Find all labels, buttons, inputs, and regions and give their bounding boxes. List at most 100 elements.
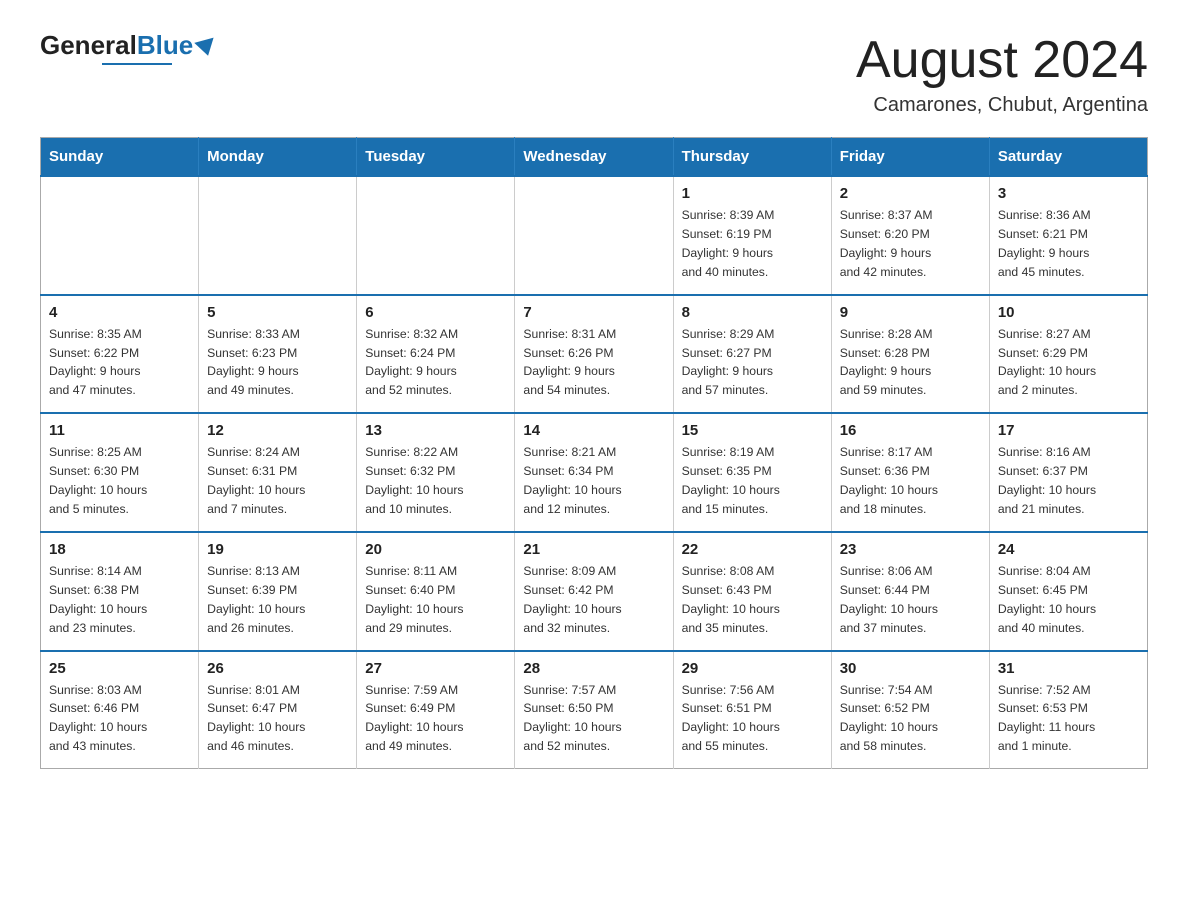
month-title: August 2024: [856, 30, 1148, 90]
day-info: Sunrise: 8:17 AM Sunset: 6:36 PM Dayligh…: [840, 443, 981, 519]
day-info: Sunrise: 8:24 AM Sunset: 6:31 PM Dayligh…: [207, 443, 348, 519]
day-number: 16: [840, 422, 981, 439]
day-info: Sunrise: 8:03 AM Sunset: 6:46 PM Dayligh…: [49, 681, 190, 757]
calendar-cell: 31 Sunrise: 7:52 AM Sunset: 6:53 PM Dayli…: [989, 651, 1147, 769]
day-info: Sunrise: 8:29 AM Sunset: 6:27 PM Dayligh…: [682, 325, 823, 401]
day-number: 12: [207, 422, 348, 439]
calendar-week-row: 18 Sunrise: 8:14 AM Sunset: 6:38 PM Dayli…: [41, 532, 1148, 651]
calendar-cell: 13 Sunrise: 8:22 AM Sunset: 6:32 PM Dayli…: [357, 413, 515, 532]
weekday-header-sunday: Sunday: [41, 138, 199, 177]
weekday-header-wednesday: Wednesday: [515, 138, 673, 177]
calendar-cell: 7 Sunrise: 8:31 AM Sunset: 6:26 PM Daylig…: [515, 295, 673, 414]
day-number: 26: [207, 660, 348, 677]
calendar-week-row: 4 Sunrise: 8:35 AM Sunset: 6:22 PM Daylig…: [41, 295, 1148, 414]
calendar-cell: 20Sunrise: 8:11 AM Sunset: 6:40 PM Dayli…: [357, 532, 515, 651]
calendar-cell: 4 Sunrise: 8:35 AM Sunset: 6:22 PM Daylig…: [41, 295, 199, 414]
logo-blue-text: Blue: [137, 30, 193, 61]
day-number: 18: [49, 541, 190, 558]
calendar-cell: 14Sunrise: 8:21 AM Sunset: 6:34 PM Dayli…: [515, 413, 673, 532]
calendar-cell: 15 Sunrise: 8:19 AM Sunset: 6:35 PM Dayli…: [673, 413, 831, 532]
day-number: 4: [49, 304, 190, 321]
calendar-cell: [357, 176, 515, 295]
calendar-cell: 19Sunrise: 8:13 AM Sunset: 6:39 PM Dayli…: [199, 532, 357, 651]
day-number: 13: [365, 422, 506, 439]
day-number: 17: [998, 422, 1139, 439]
day-info: Sunrise: 8:04 AM Sunset: 6:45 PM Dayligh…: [998, 562, 1139, 638]
calendar-week-row: 11 Sunrise: 8:25 AM Sunset: 6:30 PM Dayli…: [41, 413, 1148, 532]
day-number: 25: [49, 660, 190, 677]
day-info: Sunrise: 8:08 AM Sunset: 6:43 PM Dayligh…: [682, 562, 823, 638]
calendar-cell: 5Sunrise: 8:33 AM Sunset: 6:23 PM Daylig…: [199, 295, 357, 414]
calendar-cell: 2 Sunrise: 8:37 AM Sunset: 6:20 PM Daylig…: [831, 176, 989, 295]
weekday-header-tuesday: Tuesday: [357, 138, 515, 177]
day-info: Sunrise: 7:56 AM Sunset: 6:51 PM Dayligh…: [682, 681, 823, 757]
day-number: 30: [840, 660, 981, 677]
title-section: August 2024 Camarones, Chubut, Argentina: [856, 30, 1148, 117]
day-info: Sunrise: 8:35 AM Sunset: 6:22 PM Dayligh…: [49, 325, 190, 401]
day-info: Sunrise: 8:31 AM Sunset: 6:26 PM Dayligh…: [523, 325, 664, 401]
day-number: 27: [365, 660, 506, 677]
day-info: Sunrise: 8:32 AM Sunset: 6:24 PM Dayligh…: [365, 325, 506, 401]
day-info: Sunrise: 8:11 AM Sunset: 6:40 PM Dayligh…: [365, 562, 506, 638]
page-header: General Blue August 2024 Camarones, Chub…: [40, 30, 1148, 117]
calendar-cell: 24 Sunrise: 8:04 AM Sunset: 6:45 PM Dayli…: [989, 532, 1147, 651]
day-info: Sunrise: 8:33 AM Sunset: 6:23 PM Dayligh…: [207, 325, 348, 401]
calendar-cell: 6Sunrise: 8:32 AM Sunset: 6:24 PM Daylig…: [357, 295, 515, 414]
day-number: 2: [840, 185, 981, 202]
calendar-cell: 16 Sunrise: 8:17 AM Sunset: 6:36 PM Dayli…: [831, 413, 989, 532]
calendar-cell: [515, 176, 673, 295]
day-info: Sunrise: 7:57 AM Sunset: 6:50 PM Dayligh…: [523, 681, 664, 757]
weekday-header-row: SundayMondayTuesdayWednesdayThursdayFrid…: [41, 138, 1148, 177]
day-number: 9: [840, 304, 981, 321]
day-info: Sunrise: 8:27 AM Sunset: 6:29 PM Dayligh…: [998, 325, 1139, 401]
calendar-cell: 3Sunrise: 8:36 AM Sunset: 6:21 PM Daylig…: [989, 176, 1147, 295]
day-number: 15: [682, 422, 823, 439]
calendar-cell: [41, 176, 199, 295]
weekday-header-saturday: Saturday: [989, 138, 1147, 177]
day-info: Sunrise: 8:16 AM Sunset: 6:37 PM Dayligh…: [998, 443, 1139, 519]
logo-underline: [102, 63, 172, 65]
calendar-cell: 28 Sunrise: 7:57 AM Sunset: 6:50 PM Dayli…: [515, 651, 673, 769]
day-info: Sunrise: 7:52 AM Sunset: 6:53 PM Dayligh…: [998, 681, 1139, 757]
calendar-cell: 1Sunrise: 8:39 AM Sunset: 6:19 PM Daylig…: [673, 176, 831, 295]
day-info: Sunrise: 7:54 AM Sunset: 6:52 PM Dayligh…: [840, 681, 981, 757]
calendar-cell: 26 Sunrise: 8:01 AM Sunset: 6:47 PM Dayli…: [199, 651, 357, 769]
day-info: Sunrise: 8:22 AM Sunset: 6:32 PM Dayligh…: [365, 443, 506, 519]
calendar-week-row: 1Sunrise: 8:39 AM Sunset: 6:19 PM Daylig…: [41, 176, 1148, 295]
day-info: Sunrise: 7:59 AM Sunset: 6:49 PM Dayligh…: [365, 681, 506, 757]
day-number: 28: [523, 660, 664, 677]
day-info: Sunrise: 8:14 AM Sunset: 6:38 PM Dayligh…: [49, 562, 190, 638]
day-number: 24: [998, 541, 1139, 558]
logo-general-text: General: [40, 30, 137, 61]
day-info: Sunrise: 8:06 AM Sunset: 6:44 PM Dayligh…: [840, 562, 981, 638]
day-info: Sunrise: 8:19 AM Sunset: 6:35 PM Dayligh…: [682, 443, 823, 519]
day-number: 21: [523, 541, 664, 558]
calendar-cell: 12 Sunrise: 8:24 AM Sunset: 6:31 PM Dayli…: [199, 413, 357, 532]
day-info: Sunrise: 8:09 AM Sunset: 6:42 PM Dayligh…: [523, 562, 664, 638]
day-number: 7: [523, 304, 664, 321]
calendar-cell: 17 Sunrise: 8:16 AM Sunset: 6:37 PM Dayli…: [989, 413, 1147, 532]
calendar-cell: 10 Sunrise: 8:27 AM Sunset: 6:29 PM Dayli…: [989, 295, 1147, 414]
day-info: Sunrise: 8:28 AM Sunset: 6:28 PM Dayligh…: [840, 325, 981, 401]
logo-blue-part: Blue: [137, 30, 216, 61]
day-info: Sunrise: 8:25 AM Sunset: 6:30 PM Dayligh…: [49, 443, 190, 519]
day-number: 31: [998, 660, 1139, 677]
day-number: 22: [682, 541, 823, 558]
location: Camarones, Chubut, Argentina: [856, 94, 1148, 117]
weekday-header-monday: Monday: [199, 138, 357, 177]
day-info: Sunrise: 8:37 AM Sunset: 6:20 PM Dayligh…: [840, 206, 981, 282]
day-number: 8: [682, 304, 823, 321]
day-number: 11: [49, 422, 190, 439]
day-info: Sunrise: 8:01 AM Sunset: 6:47 PM Dayligh…: [207, 681, 348, 757]
day-number: 19: [207, 541, 348, 558]
calendar-cell: 18 Sunrise: 8:14 AM Sunset: 6:38 PM Dayli…: [41, 532, 199, 651]
calendar-cell: 9 Sunrise: 8:28 AM Sunset: 6:28 PM Daylig…: [831, 295, 989, 414]
calendar-cell: 23 Sunrise: 8:06 AM Sunset: 6:44 PM Dayli…: [831, 532, 989, 651]
calendar-cell: 29Sunrise: 7:56 AM Sunset: 6:51 PM Dayli…: [673, 651, 831, 769]
day-number: 1: [682, 185, 823, 202]
day-number: 14: [523, 422, 664, 439]
day-number: 23: [840, 541, 981, 558]
weekday-header-friday: Friday: [831, 138, 989, 177]
calendar-cell: 8 Sunrise: 8:29 AM Sunset: 6:27 PM Daylig…: [673, 295, 831, 414]
day-number: 10: [998, 304, 1139, 321]
